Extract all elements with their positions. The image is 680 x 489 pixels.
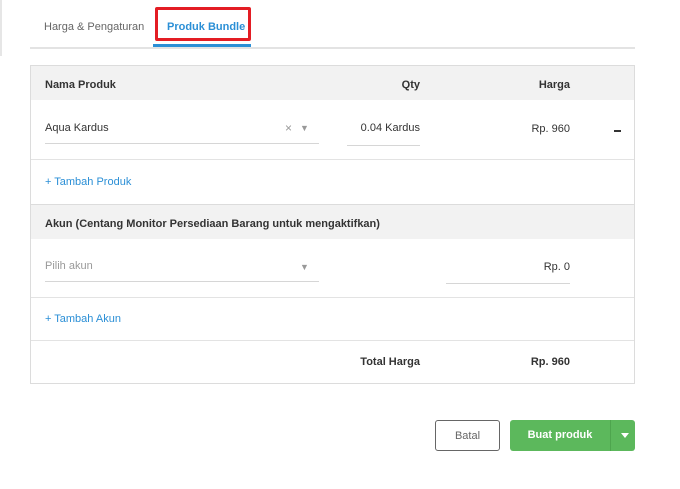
add-product-link[interactable]: + Tambah Produk [45,176,131,188]
row-divider [31,297,634,298]
account-select-underline [45,281,319,282]
account-select[interactable]: Pilih akun [45,260,93,272]
qty-underline [347,145,420,146]
column-header-qty: Qty [401,79,420,91]
cancel-button[interactable]: Batal [435,420,500,451]
create-product-button[interactable]: Buat produk [510,420,635,451]
create-product-label[interactable]: Buat produk [510,420,610,451]
tab-bar: Harga & Pengaturan Produk Bundle [30,0,635,49]
highlight-box [155,7,251,41]
minus-icon[interactable] [614,130,621,132]
button-separator [610,420,611,451]
account-section-title: Akun (Centang Monitor Persediaan Barang … [45,218,380,230]
row-divider [31,159,634,160]
total-value: Rp. 960 [530,356,570,368]
bundle-card: Nama Produk Qty Harga Aqua Kardus × ▼ 0.… [30,65,635,384]
chevron-down-icon[interactable]: ▼ [300,122,309,134]
chevron-down-icon[interactable]: ▼ [300,261,309,273]
account-section-header: Akun (Centang Monitor Persediaan Barang … [31,204,634,239]
add-account-link[interactable]: + Tambah Akun [45,313,121,325]
qty-input[interactable]: 0.04 Kardus [361,122,420,134]
account-amount-underline [446,283,570,284]
product-price: Rp. 960 [531,123,570,135]
product-table-header: Nama Produk Qty Harga [31,66,634,100]
product-select-value[interactable]: Aqua Kardus [45,122,109,134]
column-header-price: Harga [538,79,570,91]
total-label: Total Harga [360,356,420,368]
account-amount-input[interactable]: Rp. 0 [544,261,570,273]
tab-harga-pengaturan[interactable]: Harga & Pengaturan [44,21,144,33]
chevron-down-icon[interactable] [621,433,629,438]
column-header-name: Nama Produk [45,79,116,91]
product-select-underline [45,143,319,144]
left-edge [0,0,2,56]
row-divider [31,340,634,341]
active-tab-indicator [153,44,251,47]
close-icon[interactable]: × [285,122,292,134]
